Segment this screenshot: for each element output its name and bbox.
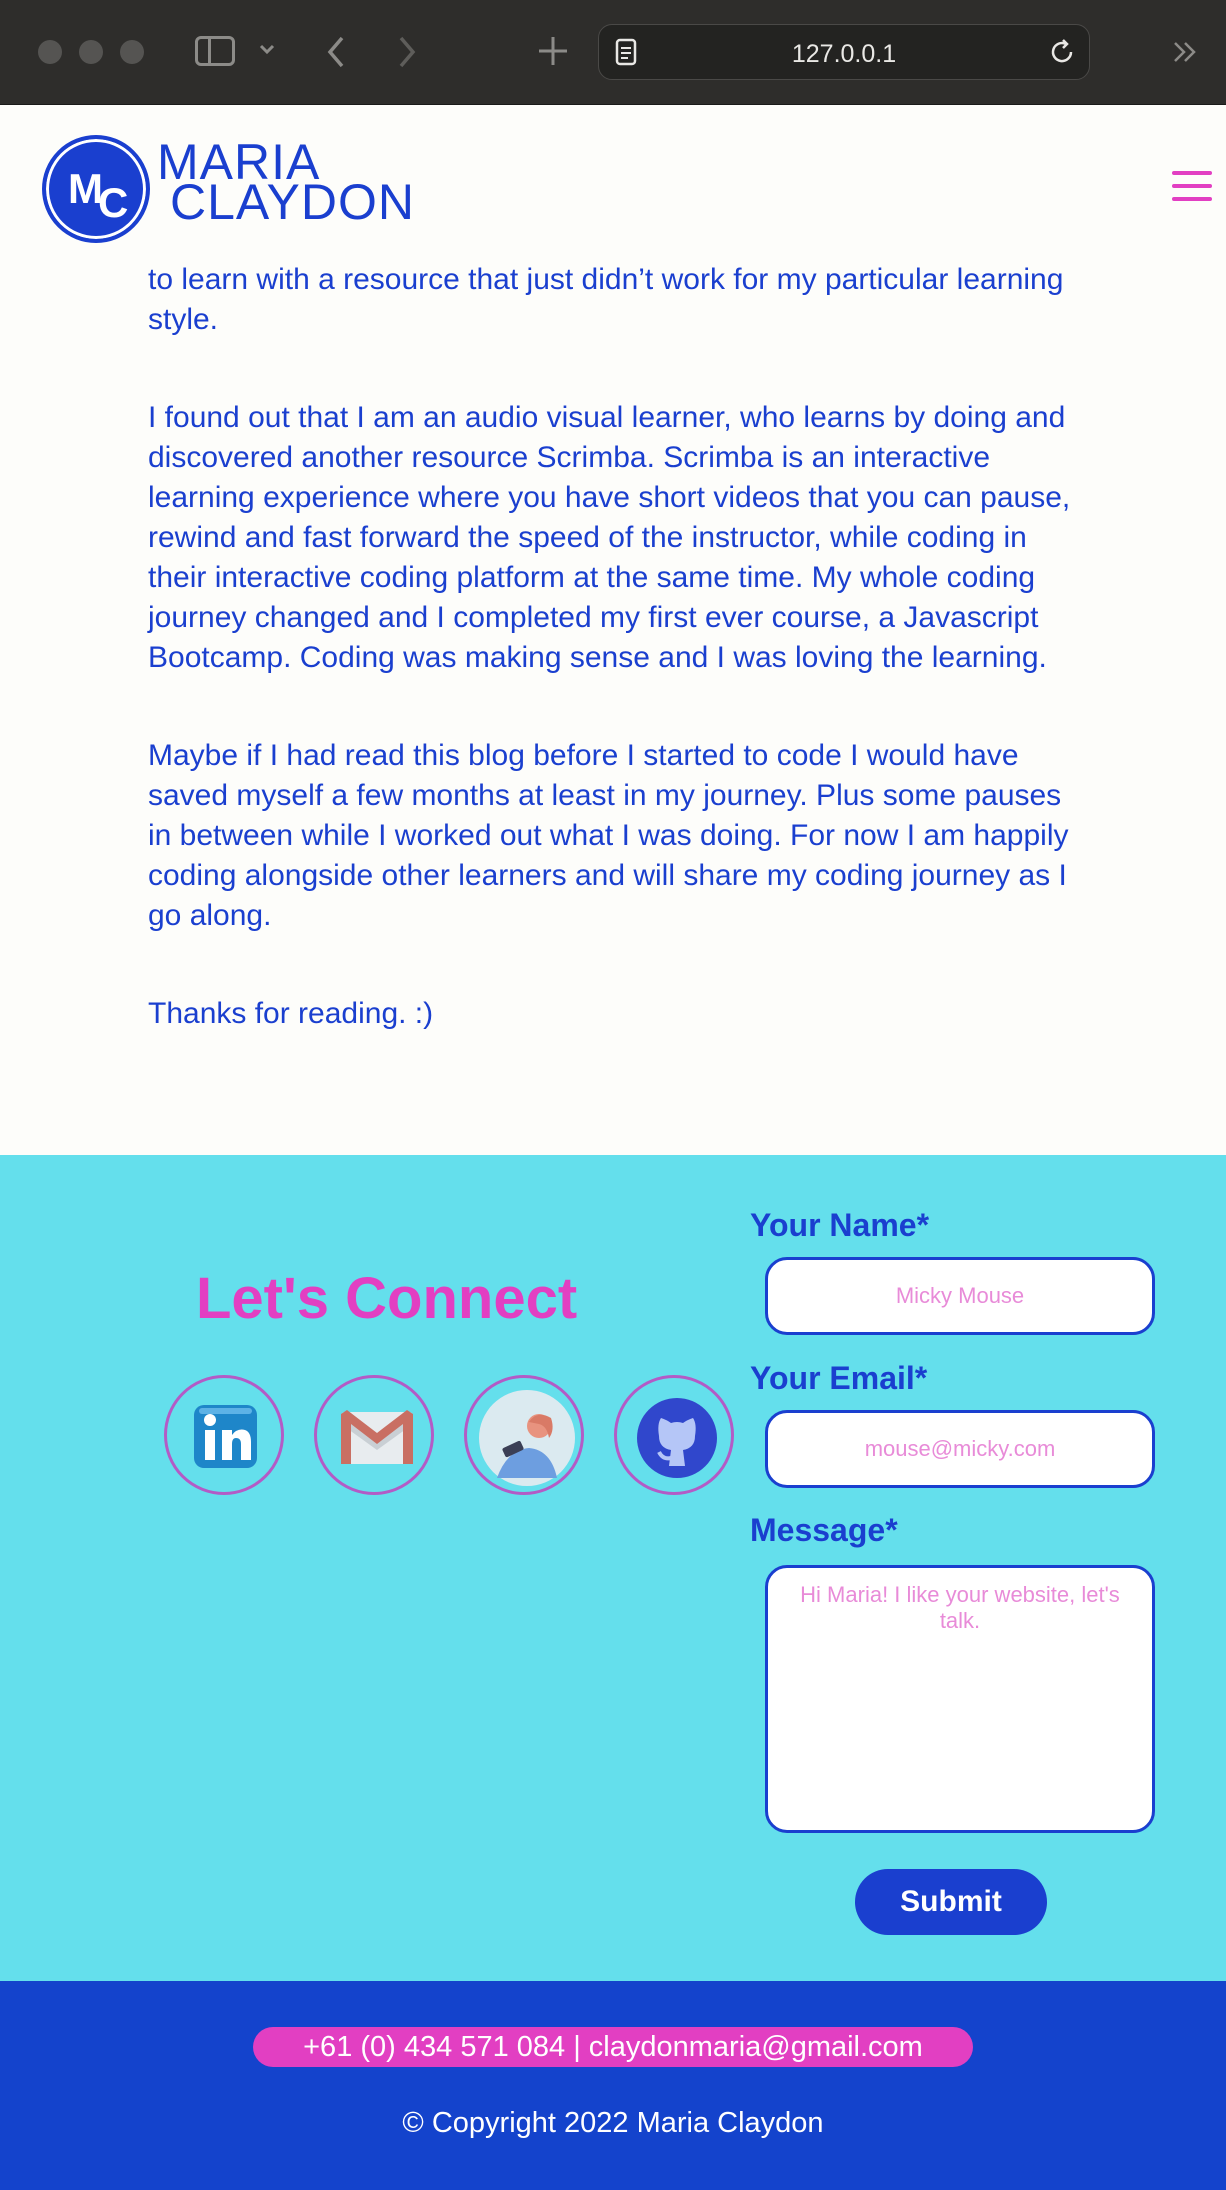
blog-paragraph: Maybe if I had read this blog before I s… xyxy=(148,739,1069,932)
back-arrow-icon[interactable] xyxy=(322,32,350,72)
github-icon xyxy=(637,1398,717,1478)
copyright-text: © Copyright 2022 Maria Claydon xyxy=(402,2107,824,2139)
email-label: Your Email* xyxy=(750,1360,928,1396)
site-header: M C MARIA CLAYDON xyxy=(0,105,1226,265)
sidebar-toggle-icon[interactable] xyxy=(195,36,235,66)
gmail-icon xyxy=(341,1410,413,1464)
logo-name-last[interactable]: CLAYDON xyxy=(170,177,415,227)
zoom-window-button[interactable] xyxy=(120,40,144,64)
message-textarea[interactable] xyxy=(765,1565,1155,1833)
blog-article-text: to learn with a resource that just didn’… xyxy=(148,260,1078,1092)
github-link[interactable] xyxy=(614,1375,734,1495)
email-link[interactable] xyxy=(314,1375,434,1495)
browser-toolbar: 127.0.0.1 xyxy=(0,0,1226,105)
blog-paragraph: Thanks for reading. :) xyxy=(148,997,434,1030)
page-viewport: M C MARIA CLAYDON to learn with a resour… xyxy=(0,105,1226,2190)
logo-initial-c: C xyxy=(98,179,129,226)
linkedin-icon xyxy=(194,1405,257,1468)
email-input[interactable] xyxy=(765,1410,1155,1488)
forward-arrow-icon[interactable] xyxy=(393,32,421,72)
blog-icon xyxy=(479,1390,575,1486)
double-chevron-right-icon[interactable] xyxy=(1170,38,1200,66)
message-label: Message* xyxy=(750,1512,898,1548)
name-label: Your Name* xyxy=(750,1207,930,1243)
reload-icon[interactable] xyxy=(1047,37,1077,67)
blog-paragraph: to learn with a resource that just didn’… xyxy=(148,263,1064,336)
submit-button[interactable]: Submit xyxy=(855,1869,1047,1935)
blog-link[interactable] xyxy=(464,1375,584,1495)
minimize-window-button[interactable] xyxy=(79,40,103,64)
connect-heading: Let's Connect xyxy=(196,1266,578,1331)
address-bar[interactable]: 127.0.0.1 xyxy=(598,24,1090,80)
hamburger-menu-icon[interactable] xyxy=(1172,171,1212,205)
new-tab-plus-icon[interactable] xyxy=(536,34,570,68)
chevron-down-icon[interactable] xyxy=(258,40,276,58)
logo-badge[interactable]: M C xyxy=(42,135,150,243)
url-text: 127.0.0.1 xyxy=(791,40,897,68)
linkedin-link[interactable] xyxy=(164,1375,284,1495)
close-window-button[interactable] xyxy=(38,40,62,64)
connect-section: Let's Connect Your Name* Micky Mouse You… xyxy=(0,1155,1226,1981)
blog-paragraph: I found out that I am an audio visual le… xyxy=(148,401,1071,674)
site-footer: +61 (0) 434 571 084 | claydonmaria@gmail… xyxy=(0,1981,1226,2190)
contact-info[interactable]: +61 (0) 434 571 084 | claydonmaria@gmail… xyxy=(253,2027,973,2067)
name-input[interactable] xyxy=(765,1257,1155,1335)
